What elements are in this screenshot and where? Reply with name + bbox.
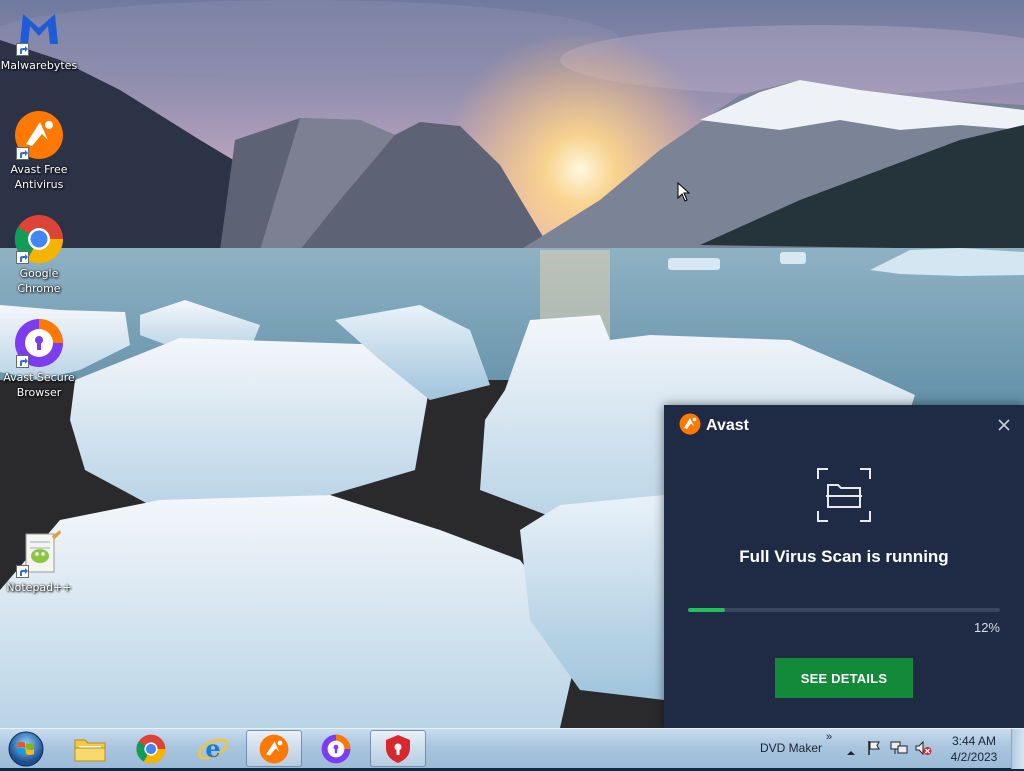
toolbar-chevron-icon[interactable]: » <box>826 731 832 743</box>
desktop-icon-notepadpp[interactable]: Notepad++ <box>0 528 78 595</box>
chevron-up-icon <box>847 751 855 755</box>
malwarebytes-icon <box>14 6 64 56</box>
desktop-icon-label: Avast Secure Browser <box>3 371 75 399</box>
avast-brand: Avast <box>679 413 749 440</box>
scan-progress-bar <box>688 608 1000 612</box>
network-button[interactable] <box>890 740 908 760</box>
desktop-icon-malwarebytes[interactable]: Malwarebytes <box>0 6 78 73</box>
desktop-icon-label: Malwarebytes <box>0 59 78 72</box>
system-clock[interactable]: 3:44 AM 4/2/2023 <box>940 733 1008 765</box>
taskbar-app-explorer[interactable] <box>62 730 118 767</box>
shortcut-arrow-icon <box>16 147 29 160</box>
avast-secure-browser-icon <box>321 734 351 763</box>
network-icon <box>890 741 908 754</box>
see-details-button[interactable]: SEE DETAILS <box>775 658 913 698</box>
taskbar: e DVD Maker » 3:44 AM 4/2/2023 <box>0 728 1024 769</box>
avast-brand-name: Avast <box>706 417 749 434</box>
shortcut-arrow-icon <box>16 43 29 56</box>
toolbar-dvd-maker[interactable]: DVD Maker <box>760 741 822 755</box>
avast-antivirus-icon <box>259 734 289 763</box>
scan-progress-percent: 12% <box>973 620 1000 635</box>
desktop-icon-avast-free-antivirus[interactable]: Avast Free Antivirus <box>0 110 78 192</box>
ie-icon: e <box>197 734 229 763</box>
scan-progress-fill <box>688 608 726 612</box>
svg-text:e: e <box>205 734 220 763</box>
mouse-cursor-icon <box>677 181 691 206</box>
desktop-icon-avast-secure-browser[interactable]: Avast Secure Browser <box>0 318 78 400</box>
shortcut-arrow-icon <box>16 565 29 578</box>
windows-orb-icon <box>8 731 44 767</box>
close-button[interactable] <box>996 417 1012 433</box>
desktop-icon-label: Notepad++ <box>6 581 72 594</box>
taskbar-app-internet-explorer[interactable]: e <box>185 730 241 767</box>
taskbar-app-avast[interactable] <box>246 730 302 767</box>
show-hidden-icons-button[interactable] <box>846 743 856 762</box>
avast-logo-icon <box>679 413 701 440</box>
shortcut-arrow-icon <box>16 355 29 368</box>
folder-icon <box>74 739 106 761</box>
scan-status-title: Full Virus Scan is running <box>739 547 949 566</box>
volume-muted-icon <box>915 740 932 756</box>
folder-scan-icon <box>814 465 874 525</box>
show-desktop-button[interactable] <box>1011 729 1024 769</box>
notepadpp-icon <box>14 528 64 578</box>
taskbar-app-avast-secure-browser[interactable] <box>308 730 364 767</box>
shortcut-arrow-icon <box>16 251 29 264</box>
desktop-icon-label: Google Chrome <box>17 267 61 295</box>
chrome-icon <box>14 214 64 264</box>
avast-scan-notification: Avast Full Virus Scan is running 12% SEE… <box>664 405 1024 728</box>
action-center-button[interactable] <box>866 740 882 760</box>
volume-button[interactable] <box>914 740 932 760</box>
close-icon <box>998 419 1010 431</box>
chrome-icon <box>136 734 166 764</box>
desktop-icon-google-chrome[interactable]: Google Chrome <box>0 214 78 296</box>
desktop-icon-label: Avast Free Antivirus <box>10 163 68 191</box>
clock-date: 4/2/2023 <box>950 750 998 764</box>
taskbar-app-chrome[interactable] <box>123 730 179 767</box>
flag-icon <box>868 741 880 755</box>
shield-icon <box>386 734 410 763</box>
taskbar-app-avast-shield[interactable] <box>370 730 426 767</box>
avast-secure-browser-icon <box>14 318 64 368</box>
start-button[interactable] <box>6 730 46 767</box>
clock-time: 3:44 AM <box>951 734 997 748</box>
avast-antivirus-icon <box>14 110 64 160</box>
